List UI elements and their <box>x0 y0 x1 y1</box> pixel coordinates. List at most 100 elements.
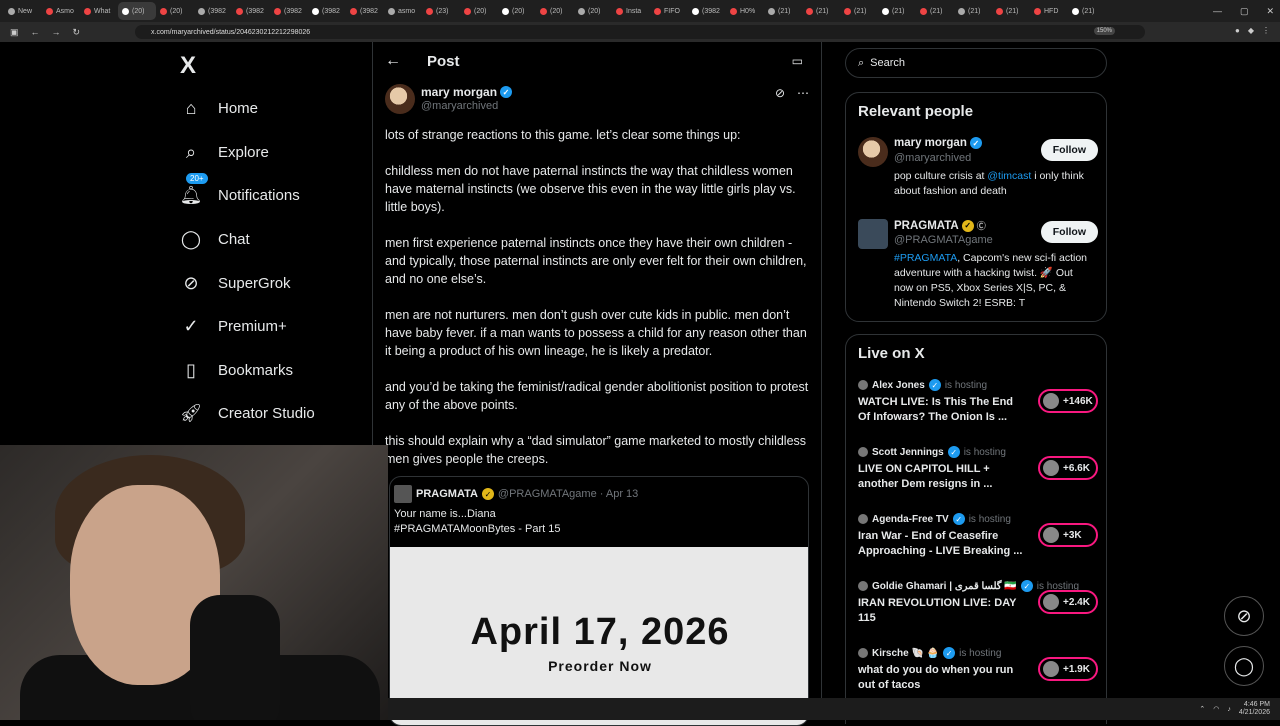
nav-notifications[interactable]: 🔔︎ 20+ Notifications <box>180 173 300 206</box>
browser-tab[interactable]: (3982 <box>232 2 270 20</box>
author-name[interactable]: mary morgan ✓ <box>421 85 513 99</box>
window-controls: — ▢ ✕ <box>1213 0 1274 22</box>
close-window-icon[interactable]: ✕ <box>1266 6 1274 17</box>
tab-label: (21) <box>854 7 867 15</box>
browser-tab[interactable]: Asmo <box>42 2 80 20</box>
reload-icon[interactable]: ↻ <box>73 27 81 38</box>
grok-icon[interactable]: ⊘ <box>775 86 785 100</box>
zoom-indicator[interactable]: 150% <box>1093 27 1115 35</box>
browser-tab[interactable]: (21) <box>1068 2 1106 20</box>
relevant-people-card: Relevant people mary morgan ✓ @maryarchiv… <box>845 92 1107 322</box>
sidebar-toggle-icon[interactable]: ▣ <box>10 27 19 38</box>
browser-tab[interactable]: (20) <box>498 2 536 20</box>
browser-tab[interactable]: (3982 <box>308 2 346 20</box>
tab-label: (21) <box>930 7 943 15</box>
back-icon[interactable]: ← <box>31 27 40 38</box>
browser-tab[interactable]: (23) <box>422 2 460 20</box>
browser-tab[interactable]: (21) <box>954 2 992 20</box>
reader-mode-icon[interactable]: ▭ <box>792 54 803 68</box>
quoted-post[interactable]: PRAGMATA ✓ @PRAGMATAgame · Apr 13 Your n… <box>389 476 809 726</box>
follow-button[interactable]: Follow <box>1040 139 1098 161</box>
live-listeners-pill[interactable]: +6.6K <box>1038 456 1098 480</box>
host-status: is hosting <box>944 379 988 391</box>
bio-link[interactable]: #PRAGMATA <box>894 252 957 264</box>
browser-tab[interactable]: Insta <box>612 2 650 20</box>
live-listeners-pill[interactable]: +1.9K <box>1038 657 1098 681</box>
live-item[interactable]: Scott Jennings ✓ is hosting LIVE ON CAPITO… <box>858 446 1098 492</box>
more-options-icon[interactable]: ⋯ <box>797 86 809 100</box>
browser-tab[interactable]: (3982 <box>270 2 308 20</box>
tab-favicon-icon <box>350 7 357 15</box>
profile-icon[interactable]: ● <box>1235 26 1240 35</box>
nav-explore[interactable]: ⌕ Explore <box>180 141 269 163</box>
browser-tab[interactable]: (21) <box>840 2 878 20</box>
nav-premium[interactable]: ✓ Premium+ <box>180 315 286 337</box>
live-item[interactable]: Kirsche 🐚 🧁 ✓ is hosting what do you do wh… <box>858 647 1098 693</box>
nav-bookmarks[interactable]: ▯ Bookmarks <box>180 359 293 381</box>
browser-tab[interactable]: (20) <box>156 2 194 20</box>
nav-chat[interactable]: ◯ Chat <box>180 228 250 250</box>
browser-tab[interactable]: FIFO <box>650 2 688 20</box>
quoted-post-text: Your name is...Diana #PRAGMATAMoonBytes … <box>394 507 560 537</box>
pill-avatar <box>1043 594 1059 610</box>
verified-badge-icon: ✓ <box>928 379 941 391</box>
menu-icon[interactable]: ⋮ <box>1262 26 1270 35</box>
browser-tab[interactable]: New <box>4 2 42 20</box>
live-item[interactable]: Alex Jones ✓ is hosting WATCH LIVE: Is Thi… <box>858 379 1098 425</box>
browser-tab[interactable]: What <box>80 2 118 20</box>
host-avatar <box>858 514 868 524</box>
forward-icon[interactable]: → <box>52 27 61 38</box>
bio-link[interactable]: @timcast <box>987 170 1031 182</box>
author-handle[interactable]: @maryarchived <box>421 100 498 112</box>
tab-label: (20) <box>170 7 183 15</box>
live-item[interactable]: Agenda-Free TV ✓ is hosting Iran War - End… <box>858 513 1098 559</box>
nav-supergrok[interactable]: ⊘ SuperGrok <box>180 272 290 294</box>
live-listeners-pill[interactable]: +146K <box>1038 389 1098 413</box>
verified-badge-icon: ✓ <box>947 446 960 458</box>
system-clock[interactable]: 4:46 PM 4/21/2026 <box>1239 701 1270 717</box>
browser-tab[interactable]: H0% <box>726 2 764 20</box>
browser-tab[interactable]: (21) <box>764 2 802 20</box>
browser-tab[interactable]: (21) <box>802 2 840 20</box>
volume-icon[interactable]: ♪ <box>1227 706 1231 713</box>
tab-favicon-icon <box>502 7 509 15</box>
nav-home[interactable]: ⌂ Home <box>180 97 258 119</box>
extension-icons: ● ◆ ⋮ <box>1235 26 1270 35</box>
page-title: Post <box>427 53 460 70</box>
browser-tab[interactable]: (20) <box>460 2 498 20</box>
browser-tab[interactable]: (3982 <box>194 2 232 20</box>
tab-favicon-icon <box>540 7 547 15</box>
browser-tab[interactable]: (21) <box>878 2 916 20</box>
restore-icon[interactable]: ▢ <box>1240 6 1249 17</box>
follow-button[interactable]: Follow <box>1040 221 1098 243</box>
browser-tab[interactable]: HFD <box>1030 2 1068 20</box>
browser-tab[interactable]: (20) <box>574 2 612 20</box>
x-logo[interactable]: X <box>180 52 196 80</box>
browser-tab[interactable]: asmo <box>384 2 422 20</box>
minimize-icon[interactable]: — <box>1213 6 1222 16</box>
wifi-icon[interactable]: ◠ <box>1213 705 1219 713</box>
live-item[interactable]: Goldie Ghamari | گلسا قمری 🇮🇷 ✓ is hosting… <box>858 580 1098 626</box>
tab-label: Insta <box>626 7 642 15</box>
browser-tab[interactable]: (21) <box>992 2 1030 20</box>
chat-fab-icon[interactable]: ◯ <box>1224 646 1264 686</box>
extension-icon[interactable]: ◆ <box>1248 26 1254 35</box>
verified-badge-icon: ✓ <box>500 86 513 98</box>
host-status: is hosting <box>968 513 1011 525</box>
nav-creator-studio[interactable]: 🚀︎ Creator Studio <box>180 402 315 424</box>
search-input[interactable]: ⌕ Search <box>845 48 1107 78</box>
browser-tab[interactable]: (20) <box>118 2 156 20</box>
nav-label: Creator Studio <box>218 404 315 422</box>
tray-icon[interactable]: ⌃ <box>1199 705 1205 713</box>
url-field[interactable]: x.com/maryarchived/status/20462302122122… <box>135 25 1145 39</box>
live-listeners-pill[interactable]: +2.4K <box>1038 590 1098 614</box>
browser-tab[interactable]: (3982 <box>346 2 384 20</box>
browser-tab[interactable]: (20) <box>536 2 574 20</box>
live-listeners-pill[interactable]: +3K <box>1038 523 1098 547</box>
grok-fab-icon[interactable]: ⊘ <box>1224 596 1264 636</box>
back-arrow-icon[interactable]: ← <box>385 52 401 70</box>
tab-favicon-icon <box>920 7 927 15</box>
author-avatar[interactable] <box>385 84 415 114</box>
browser-tab[interactable]: (21) <box>916 2 954 20</box>
browser-tab[interactable]: (3982 <box>688 2 726 20</box>
